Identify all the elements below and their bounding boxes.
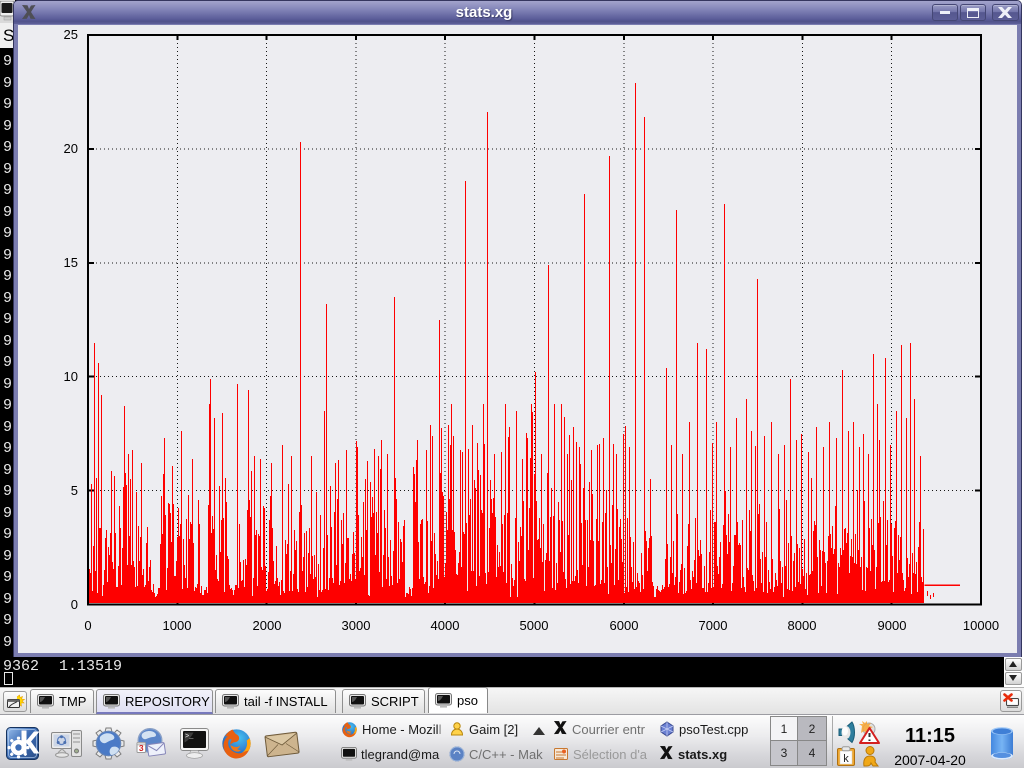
svg-text:>_: >_ <box>185 733 194 741</box>
svg-text:k: k <box>843 753 849 765</box>
svg-text:3: 3 <box>139 743 144 753</box>
